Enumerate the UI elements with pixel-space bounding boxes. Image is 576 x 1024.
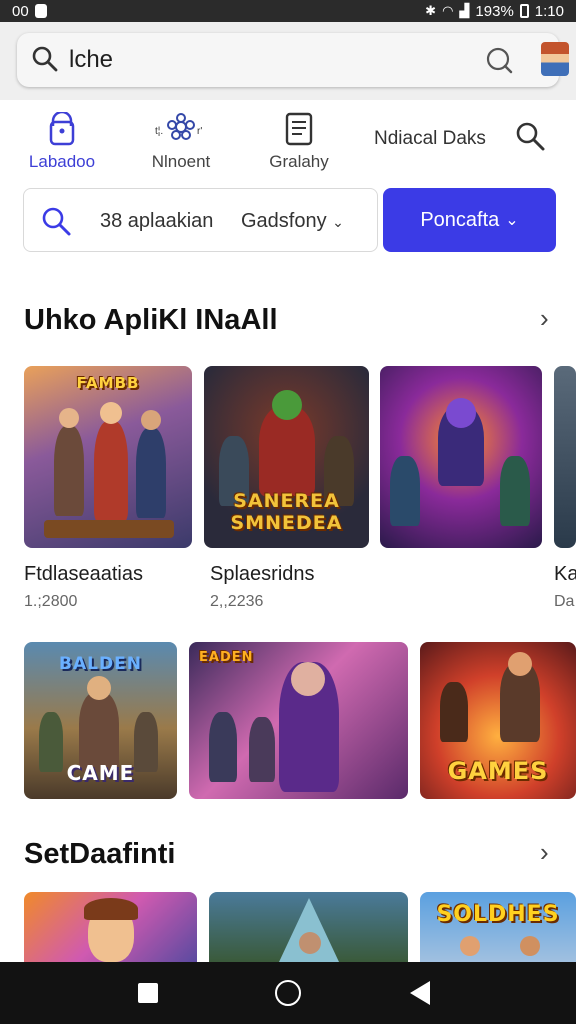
game-thumbnail[interactable]: EADEN bbox=[189, 642, 408, 799]
tab-gralahy[interactable]: Gralahy bbox=[251, 112, 347, 178]
game-thumbnail[interactable]: BALDEN CAME bbox=[24, 642, 177, 799]
battery-icon bbox=[519, 4, 529, 18]
primary-button-label: Poncafta bbox=[420, 208, 500, 231]
chevron-right-icon[interactable]: › bbox=[540, 303, 549, 334]
app-name[interactable]: Ka bbox=[554, 563, 576, 586]
tab-labadoo[interactable]: Labadoo bbox=[14, 112, 110, 178]
game-art-title: EADEN bbox=[199, 650, 254, 665]
app-meta: 2,,2236 bbox=[210, 593, 264, 610]
filter-select[interactable]: Gadsfony ⌄ bbox=[241, 210, 344, 233]
category-tabs: Labadoo t¦. r' Nlnoent Gralahy bbox=[0, 108, 576, 178]
primary-dropdown-button[interactable]: Poncafta ⌄ bbox=[383, 188, 556, 252]
game-thumbnail[interactable]: GAMES bbox=[420, 642, 576, 799]
game-thumbnail[interactable] bbox=[209, 892, 408, 962]
status-left-text: 00 bbox=[12, 2, 29, 20]
home-icon[interactable] bbox=[275, 980, 301, 1006]
document-icon bbox=[285, 112, 313, 146]
search-icon bbox=[42, 207, 71, 236]
section-title: SetDaafinti bbox=[24, 838, 176, 870]
wifi-icon: ◠ bbox=[442, 3, 454, 18]
recents-icon[interactable] bbox=[138, 983, 158, 1003]
game-thumbnail[interactable]: SOLDHES bbox=[420, 892, 576, 962]
status-bar: 00 ✱ ◠ ▟ 193% 1:10 bbox=[0, 0, 576, 22]
search-icon[interactable] bbox=[31, 45, 59, 73]
tab-label: Labadoo bbox=[28, 152, 96, 171]
game-art-title: SANEREA SMNEDEA bbox=[230, 490, 343, 534]
game-art-title: BALDEN bbox=[59, 654, 142, 674]
notification-icon bbox=[34, 4, 47, 18]
tab-label: Gralahy bbox=[269, 152, 329, 171]
game-art-title: GAMES bbox=[447, 757, 549, 785]
avatar[interactable] bbox=[541, 42, 569, 76]
chevron-down-icon: ⌄ bbox=[332, 214, 344, 230]
search-icon[interactable] bbox=[514, 120, 546, 152]
section-title: Uhko ApliKl INaAll bbox=[24, 304, 278, 336]
filter-text: 38 aplaakian bbox=[100, 210, 214, 232]
filter-field[interactable]: 38 aplaakian Gadsfony ⌄ bbox=[23, 188, 378, 252]
game-thumbnail[interactable] bbox=[380, 366, 542, 548]
svg-text:t¦.: t¦. bbox=[155, 126, 163, 137]
search-input[interactable]: lche bbox=[69, 46, 113, 74]
app-name[interactable]: Splaesridns bbox=[210, 563, 315, 586]
game-thumbnail[interactable]: FAMBB bbox=[24, 366, 192, 548]
lens-icon[interactable] bbox=[484, 45, 514, 75]
lock-icon bbox=[49, 112, 75, 146]
game-thumbnail[interactable] bbox=[554, 366, 576, 548]
game-art-title: FAMBB bbox=[76, 374, 140, 392]
filter-select-label: Gadsfony bbox=[241, 210, 327, 232]
game-art-sub: CAME bbox=[66, 761, 135, 785]
svg-text:r': r' bbox=[197, 126, 202, 137]
bluetooth-icon: ✱ bbox=[425, 3, 437, 18]
nav-extra-link[interactable]: Ndiacal Daks bbox=[374, 128, 486, 150]
app-meta: 1.;2800 bbox=[24, 593, 78, 610]
system-navigation-bar bbox=[0, 962, 576, 1024]
clock: 1:10 bbox=[534, 2, 564, 20]
chevron-right-icon[interactable]: › bbox=[540, 837, 549, 868]
app-name[interactable]: Ftdlaseaatias bbox=[24, 563, 143, 586]
chevron-down-icon: ⌄ bbox=[505, 212, 519, 229]
search-bar[interactable]: lche bbox=[17, 33, 569, 87]
back-icon[interactable] bbox=[410, 981, 430, 1005]
battery-percent: 193% bbox=[475, 2, 514, 20]
app-meta: Da bbox=[554, 593, 575, 610]
tab-label: Nlnoent bbox=[151, 152, 211, 171]
game-thumbnail[interactable] bbox=[24, 892, 197, 962]
game-art-title: SOLDHES bbox=[436, 902, 560, 927]
signal-icon: ▟ bbox=[459, 3, 470, 18]
flower-icon: t¦. r' bbox=[155, 113, 202, 140]
game-thumbnail[interactable]: SANEREA SMNEDEA bbox=[204, 366, 369, 548]
tab-nlnoent[interactable]: t¦. r' Nlnoent bbox=[133, 112, 229, 178]
